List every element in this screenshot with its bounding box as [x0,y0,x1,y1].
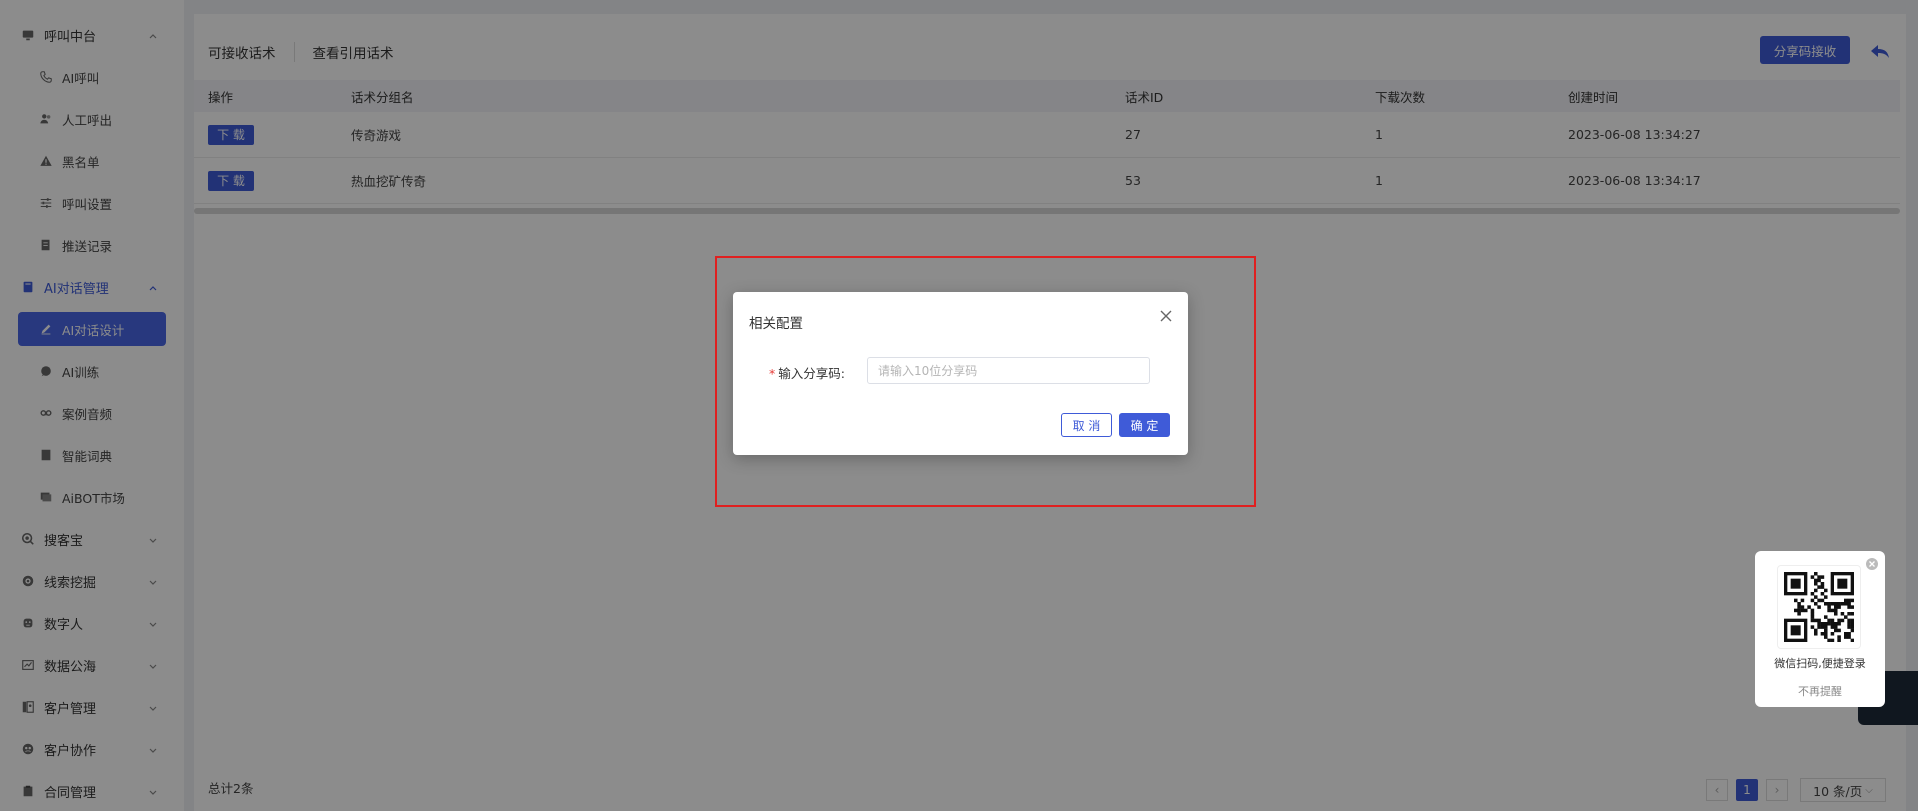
share-code-label: * 输入分享码: [769,363,845,382]
close-icon[interactable] [1865,557,1879,571]
wechat-login-popup: 微信扫码,便捷登录 不再提醒 [1755,551,1885,707]
share-code-input[interactable] [867,357,1150,384]
share-code-label-text: 输入分享码: [778,366,845,381]
dialog-title: 相关配置 [749,316,803,332]
cancel-button[interactable]: 取 消 [1061,413,1112,437]
qr-code [1777,565,1861,649]
close-icon[interactable] [1158,308,1174,324]
config-dialog: 相关配置 *输入分享码: 取 消 确 定 [733,292,1188,455]
qr-code-icon [1784,572,1854,642]
qr-caption: 微信扫码,便捷登录 [1774,657,1866,670]
required-asterisk: * [769,366,776,381]
confirm-button[interactable]: 确 定 [1119,413,1170,437]
dont-remind-link[interactable]: 不再提醒 [1755,683,1885,699]
